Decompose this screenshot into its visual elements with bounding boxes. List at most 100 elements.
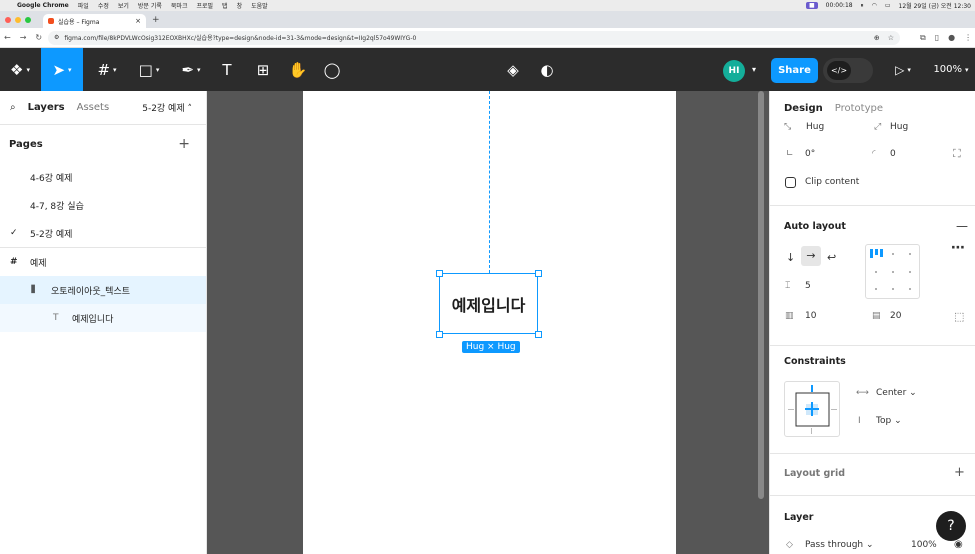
clock[interactable]: 12월 29일 (금) 오전 12:30 bbox=[899, 1, 971, 10]
constraint-h-value: Center bbox=[876, 388, 907, 398]
clip-content-checkbox[interactable] bbox=[785, 177, 796, 188]
search-icon[interactable]: ⌕ bbox=[10, 102, 16, 113]
vertical-padding-input[interactable]: 20 bbox=[890, 311, 901, 321]
battery-icon[interactable]: ▭ bbox=[885, 2, 891, 9]
menu-item[interactable]: 북마크 bbox=[171, 1, 188, 10]
pause-icon[interactable]: ⏸ bbox=[861, 2, 864, 10]
bookmark-star-icon[interactable]: ☆ bbox=[888, 34, 894, 42]
wifi-icon[interactable]: ◠ bbox=[872, 2, 877, 9]
sidebar-icon[interactable]: ▯ bbox=[935, 33, 939, 43]
wrap-icon[interactable]: ↩ bbox=[827, 251, 836, 264]
layer-row-autolayout[interactable]: ⫼ 오토레이아웃_텍스트 bbox=[0, 276, 206, 304]
current-page-label: 5-2강 예제 bbox=[142, 104, 185, 114]
canvas-text[interactable]: 예제입니다 bbox=[452, 292, 526, 316]
resize-handle[interactable] bbox=[535, 270, 542, 277]
dev-mode-toggle[interactable]: </> bbox=[823, 58, 873, 83]
opacity-input[interactable]: 100% bbox=[911, 540, 937, 550]
frame-tool-button[interactable]: # ▾ bbox=[88, 48, 126, 91]
share-button[interactable]: Share bbox=[771, 58, 818, 83]
horizontal-constraint-select[interactable]: Center ⌄ bbox=[876, 388, 917, 398]
height-hug-value[interactable]: Hug bbox=[890, 122, 908, 132]
tab-prototype[interactable]: Prototype bbox=[835, 103, 883, 114]
shape-tool-button[interactable]: □ ▾ bbox=[130, 48, 168, 91]
new-tab-button[interactable]: + bbox=[152, 15, 160, 25]
present-button[interactable]: ▷ ▾ bbox=[890, 48, 916, 91]
recording-time: 00:00:18 bbox=[825, 2, 853, 9]
pen-tool-button[interactable]: ✒ ▾ bbox=[172, 48, 210, 91]
app-name[interactable]: Google Chrome bbox=[17, 2, 69, 9]
vertical-constraint-select[interactable]: Top ⌄ bbox=[876, 416, 902, 426]
constraints-widget[interactable] bbox=[784, 381, 840, 437]
gap-icon: ⌶ bbox=[785, 281, 791, 291]
site-info-icon[interactable]: ⚙ bbox=[54, 34, 59, 41]
corner-radius-input[interactable]: 0 bbox=[890, 149, 896, 159]
menu-item[interactable]: 탭 bbox=[222, 1, 228, 10]
profile-icon[interactable]: ● bbox=[948, 33, 955, 43]
menu-item[interactable]: 프로필 bbox=[196, 1, 213, 10]
components-button[interactable]: ◈ bbox=[500, 48, 526, 91]
resize-handle[interactable] bbox=[436, 331, 443, 338]
remove-auto-layout-icon[interactable]: — bbox=[956, 219, 968, 233]
alignment-grid[interactable] bbox=[865, 244, 920, 299]
comment-tool-button[interactable]: ◯ bbox=[318, 48, 346, 91]
record-indicator-icon[interactable]: ■ bbox=[805, 2, 818, 9]
resources-button[interactable]: ⊞ bbox=[248, 48, 278, 91]
menu-item[interactable]: 도움말 bbox=[251, 1, 268, 10]
menu-item[interactable]: 방문 기록 bbox=[138, 1, 162, 10]
clip-content-label: Clip content bbox=[805, 177, 860, 187]
more-options-icon[interactable]: ⋯ bbox=[951, 240, 965, 256]
direction-down-icon[interactable]: ↓ bbox=[786, 251, 795, 264]
width-hug-value[interactable]: Hug bbox=[806, 122, 824, 132]
page-item-selected[interactable]: ✓ 5-2강 예제 bbox=[0, 219, 206, 247]
extensions-icon[interactable]: ⧉ bbox=[920, 33, 926, 43]
move-tool-button[interactable]: ➤ ▾ bbox=[41, 48, 83, 91]
avatar[interactable]: HI bbox=[723, 60, 745, 82]
forward-icon[interactable]: → bbox=[20, 33, 27, 42]
theme-toggle-button[interactable]: ◐ bbox=[534, 48, 560, 91]
zoom-icon[interactable]: ⊕ bbox=[874, 34, 880, 42]
hand-tool-button[interactable]: ✋ bbox=[284, 48, 312, 91]
back-icon[interactable]: ← bbox=[4, 33, 11, 42]
add-layout-grid-icon[interactable]: + bbox=[954, 465, 965, 480]
menu-item[interactable]: 수정 bbox=[98, 1, 109, 10]
rotation-input[interactable]: 0° bbox=[805, 149, 815, 159]
main-menu-button[interactable]: ❖ ▾ bbox=[0, 48, 40, 91]
independent-corners-icon[interactable]: ⛶ bbox=[953, 147, 961, 161]
close-tab-icon[interactable]: × bbox=[135, 17, 141, 25]
blend-mode-select[interactable]: Pass through ⌄ bbox=[805, 540, 874, 550]
selected-autolayout-frame[interactable]: 예제입니다 bbox=[439, 273, 538, 334]
browser-tab[interactable]: 실습용 – Figma × bbox=[43, 14, 146, 28]
menu-item[interactable]: 파일 bbox=[78, 1, 89, 10]
design-canvas[interactable]: 예제입니다 Hug × Hug bbox=[207, 91, 769, 554]
reload-icon[interactable]: ↻ bbox=[35, 33, 42, 42]
auto-layout-icon: ⫼ bbox=[31, 285, 36, 295]
tab-layers[interactable]: Layers bbox=[28, 102, 65, 113]
page-item[interactable]: 4-6강 예제 bbox=[0, 163, 206, 191]
visibility-eye-icon[interactable]: ◉ bbox=[954, 539, 963, 550]
tab-assets[interactable]: Assets bbox=[77, 102, 110, 113]
add-page-icon[interactable]: + bbox=[178, 136, 190, 152]
chevron-down-icon[interactable]: ▾ bbox=[747, 48, 761, 91]
tab-design[interactable]: Design bbox=[784, 103, 823, 114]
menu-item[interactable]: 창 bbox=[237, 1, 243, 10]
more-menu-icon[interactable]: ⋮ bbox=[964, 33, 972, 43]
direction-right-icon[interactable]: → bbox=[801, 246, 821, 266]
vertical-scrollbar[interactable] bbox=[758, 91, 764, 499]
text-tool-button[interactable]: T bbox=[214, 48, 240, 91]
zoom-dropdown[interactable]: 100% ▾ bbox=[928, 48, 974, 91]
menu-item[interactable]: 보기 bbox=[118, 1, 129, 10]
resize-handle[interactable] bbox=[436, 270, 443, 277]
page-item[interactable]: 4-7, 8강 실습 bbox=[0, 191, 206, 219]
minimize-window-icon[interactable] bbox=[15, 16, 21, 23]
layer-row-frame[interactable]: # 예제 bbox=[0, 248, 206, 276]
maximize-window-icon[interactable] bbox=[25, 16, 31, 23]
layer-row-text[interactable]: T 예제입니다 bbox=[0, 304, 206, 332]
close-window-icon[interactable] bbox=[5, 16, 11, 23]
gap-input[interactable]: 5 bbox=[805, 281, 811, 291]
horizontal-padding-input[interactable]: 10 bbox=[805, 311, 816, 321]
address-input[interactable]: ⚙ figma.com/file/8kPDVLWcOsig312EOXBHXc/… bbox=[48, 30, 900, 45]
page-switcher[interactable]: 5-2강 예제 ˄ bbox=[142, 101, 206, 114]
padding-detail-icon[interactable]: ⬚ bbox=[954, 310, 964, 323]
help-button[interactable]: ? bbox=[936, 511, 966, 541]
resize-handle[interactable] bbox=[535, 331, 542, 338]
